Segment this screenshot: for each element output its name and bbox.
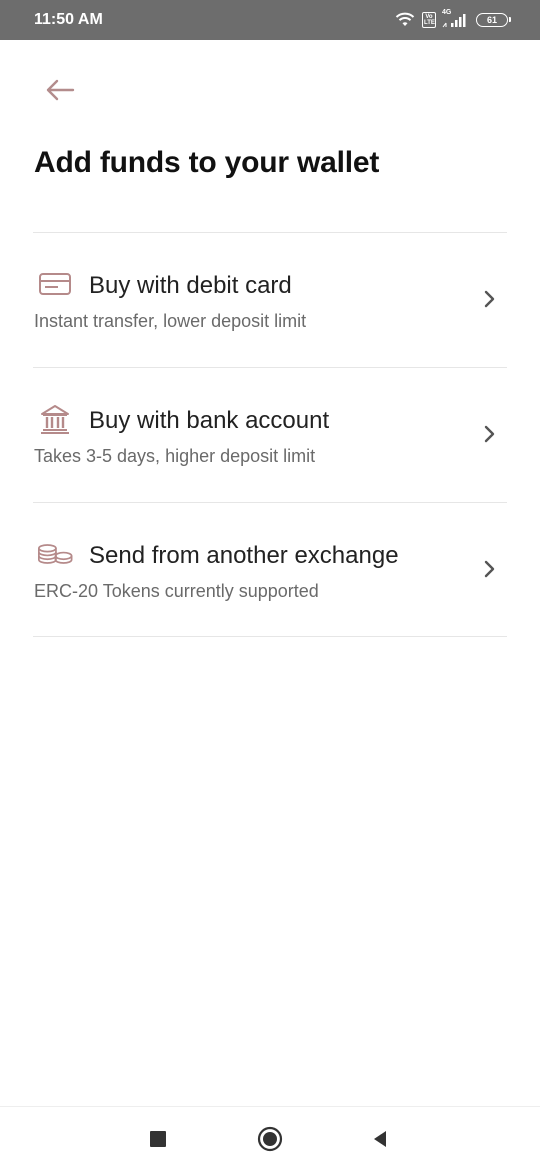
option-subtitle: Instant transfer, lower deposit limit bbox=[34, 311, 307, 331]
volte-badge: Vo LTE bbox=[422, 12, 436, 28]
page-title: Add funds to your wallet bbox=[34, 146, 380, 179]
chevron-right-icon bbox=[480, 289, 500, 309]
chevron-right-icon bbox=[480, 559, 500, 579]
status-bar: 11:50 AM Vo LTE 4G 61 bbox=[0, 0, 540, 40]
back-arrow-icon bbox=[45, 79, 75, 106]
divider bbox=[33, 636, 507, 637]
option-title: Buy with bank account bbox=[89, 407, 330, 434]
network-type-label: 4G bbox=[442, 9, 452, 16]
bank-icon bbox=[36, 404, 74, 434]
recent-apps-button[interactable] bbox=[144, 1125, 172, 1153]
option-debit-card[interactable]: Buy with debit card Instant transfer, lo… bbox=[0, 233, 540, 367]
option-subtitle: ERC-20 Tokens currently supported bbox=[34, 581, 319, 601]
battery-icon: 61 bbox=[476, 13, 511, 27]
option-bank-account[interactable]: Buy with bank account Takes 3-5 days, hi… bbox=[0, 368, 540, 502]
debit-card-icon bbox=[36, 269, 74, 299]
status-icons: Vo LTE 4G 61 bbox=[394, 9, 511, 28]
battery-level: 61 bbox=[486, 15, 497, 25]
coins-icon bbox=[36, 539, 74, 569]
option-title: Send from another exchange bbox=[89, 542, 399, 569]
status-time: 11:50 AM bbox=[34, 11, 103, 28]
option-another-exchange[interactable]: Send from another exchange ERC-20 Tokens… bbox=[0, 503, 540, 637]
chevron-right-icon bbox=[480, 424, 500, 444]
home-button[interactable] bbox=[256, 1125, 284, 1153]
back-nav-button[interactable] bbox=[366, 1125, 394, 1153]
signal-icon: 4G bbox=[442, 9, 466, 28]
option-title: Buy with debit card bbox=[89, 272, 292, 299]
system-nav-bar bbox=[0, 1106, 540, 1170]
option-subtitle: Takes 3-5 days, higher deposit limit bbox=[34, 446, 316, 466]
back-button[interactable] bbox=[40, 72, 80, 112]
wifi-icon bbox=[394, 12, 416, 28]
